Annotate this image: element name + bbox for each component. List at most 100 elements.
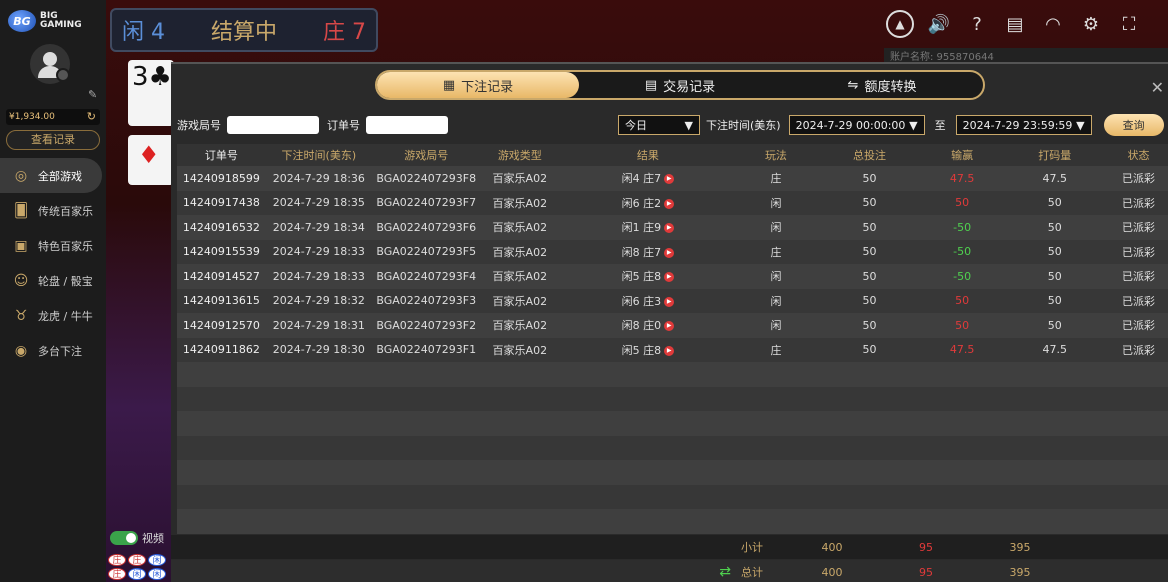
subtotal-bet: 400 <box>821 540 843 554</box>
tab-label: 额度转换 <box>864 79 917 95</box>
chevron-up-icon[interactable]: ▲ <box>886 10 914 38</box>
play-icon[interactable]: ▶ <box>664 272 675 283</box>
chevron-down-icon: ▼ <box>684 118 693 132</box>
cell-time-text: 2024-7-29 18:35 <box>272 196 365 210</box>
banker-score: 庄 7 <box>322 20 366 45</box>
cell-round-text: BGA022407293F7 <box>376 196 477 210</box>
play-icon[interactable]: ▶ <box>664 247 675 258</box>
tab-1[interactable]: ▤ 交易记录 <box>579 72 781 98</box>
road-bead: 庄 <box>128 554 146 566</box>
table-row[interactable]: 14240916532 2024-7-29 18:34 BGA022407293F6… <box>177 215 1168 240</box>
table-row[interactable]: 14240914527 2024-7-29 18:33 BGA022407293F4… <box>177 264 1168 289</box>
cell-type: 百家乐A02 <box>480 244 559 260</box>
play-icon[interactable]: ▶ <box>664 174 675 185</box>
card-icon: ▣ <box>14 237 28 254</box>
play-icon[interactable]: ▶ <box>664 198 675 209</box>
cell-order-text: 14240915539 <box>182 245 260 259</box>
video-toggle[interactable] <box>110 531 138 545</box>
cell-win-text: 47.5 <box>949 343 975 357</box>
cell-status: 已派彩 <box>1109 244 1168 260</box>
sidebar-item-3[interactable]: ☺ 轮盘 / 骰宝 <box>0 263 106 298</box>
tab-2[interactable]: ⇋ 额度转换 <box>781 72 983 98</box>
sidebar-item-0[interactable]: ◎ 全部游戏 <box>0 158 102 193</box>
sidebar-item-2[interactable]: ▣ 特色百家乐 <box>0 228 106 263</box>
table-row[interactable]: 14240918599 2024-7-29 18:36 BGA022407293F8… <box>177 166 1168 191</box>
table-row[interactable]: 14240913615 2024-7-29 18:32 BGA022407293F3… <box>177 288 1168 313</box>
wifi-icon[interactable]: ◠ <box>1040 11 1066 37</box>
table-header: 订单号 下注时间(美东) 游戏局号 游戏类型 结果 玩法 总投注 输赢 打码量 状态 <box>177 144 1168 166</box>
table-row[interactable]: 14240911862 2024-7-29 18:30 BGA022407293F1… <box>177 337 1168 362</box>
column-header[interactable]: 游戏类型 <box>480 147 559 163</box>
cell-result-text: 闲6 庄2 <box>621 196 662 210</box>
cell-type-text: 百家乐A02 <box>492 343 548 357</box>
column-header[interactable]: 总投注 <box>815 147 923 163</box>
cell-status: 已派彩 <box>1109 170 1168 186</box>
cell-type: 百家乐A02 <box>480 293 559 309</box>
start-time-select[interactable]: 2024-7-29 00:00:00 ▼ <box>788 115 925 135</box>
history-icon[interactable]: ▤ <box>1002 11 1028 37</box>
play-icon[interactable]: ▶ <box>664 296 675 307</box>
bead-road: 庄庄闲庄闲闲 <box>108 554 170 580</box>
round-number-label: 游戏局号 <box>177 119 221 132</box>
cell-round-text: BGA022407293F1 <box>376 343 477 357</box>
end-time-select[interactable]: 2024-7-29 23:59:59 ▼ <box>955 115 1092 135</box>
period-select[interactable]: 今日 ▼ <box>618 115 700 135</box>
cell-bet-text: 50 <box>862 269 877 283</box>
cell-order-text: 14240912570 <box>182 318 260 332</box>
end-time-value: 2024-7-29 23:59:59 <box>962 118 1073 132</box>
transfer-icon: ⇋ <box>847 77 859 93</box>
cell-order: 14240912570 <box>177 319 266 332</box>
query-button[interactable]: 查询 <box>1103 114 1164 136</box>
road-bead: 闲 <box>128 568 146 580</box>
cell-result-text: 闲8 庄0 <box>621 319 662 333</box>
cell-result: 闲8 庄0 ▶ <box>559 317 736 333</box>
column-header[interactable]: 玩法 <box>737 147 816 163</box>
play-icon[interactable]: ▶ <box>664 321 675 332</box>
sidebar-item-5[interactable]: ◉ 多台下注 <box>0 333 106 368</box>
play-icon[interactable]: ▶ <box>664 345 675 356</box>
cell-turnover: 50 <box>1001 319 1109 332</box>
column-header[interactable]: 下注时间(美东) <box>266 147 372 163</box>
close-icon[interactable]: ✕ <box>1151 78 1164 97</box>
sidebar-item-label: 多台下注 <box>38 344 82 358</box>
cell-bet: 50 <box>815 319 923 332</box>
column-header[interactable]: 游戏局号 <box>372 147 480 163</box>
cell-order-text: 14240913615 <box>182 294 260 308</box>
cell-result-text: 闲5 庄8 <box>621 343 662 357</box>
cell-order-text: 14240914527 <box>182 269 260 283</box>
edit-icon[interactable]: ✎ <box>88 88 97 101</box>
sidebar-item-4[interactable]: ♉ 龙虎 / 牛牛 <box>0 298 106 333</box>
subtotal-win: 95 <box>919 540 933 554</box>
column-header[interactable]: 状态 <box>1109 147 1168 163</box>
table-row[interactable]: 14240915539 2024-7-29 18:33 BGA022407293F5… <box>177 239 1168 264</box>
volume-icon[interactable]: 🔊 <box>926 11 952 37</box>
sidebar-item-1[interactable]: 🂠 传统百家乐 <box>0 193 106 228</box>
fullscreen-icon[interactable]: ⛶ <box>1116 11 1142 37</box>
cell-time: 2024-7-29 18:32 <box>266 294 372 307</box>
play-icon[interactable]: ▶ <box>664 223 675 234</box>
tab-0[interactable]: ▦ 下注记录 <box>377 72 579 98</box>
refresh-icon[interactable]: ↻ <box>87 109 96 125</box>
roulette-icon: ◎ <box>14 167 28 184</box>
avatar[interactable] <box>30 44 70 84</box>
time-label: 下注时间(美东) <box>706 119 781 132</box>
column-header[interactable]: 订单号 <box>177 147 266 163</box>
gear-icon[interactable]: ⚙ <box>1078 11 1104 37</box>
logo: BG BIG GAMING <box>8 8 98 34</box>
cell-turnover-text: 50 <box>1047 318 1062 332</box>
view-records-button[interactable]: 查看记录 <box>6 130 100 150</box>
cell-play: 闲 <box>737 293 816 309</box>
cell-order-text: 14240918599 <box>182 171 260 185</box>
order-number-input[interactable] <box>366 116 448 134</box>
exchange-icon[interactable]: ⇄ <box>171 564 731 580</box>
cell-type-text: 百家乐A02 <box>492 245 548 259</box>
cell-order: 14240916532 <box>177 221 266 234</box>
column-header[interactable]: 打码量 <box>1001 147 1109 163</box>
chips-icon: ◉ <box>14 342 28 359</box>
round-number-input[interactable] <box>227 116 319 134</box>
help-icon[interactable]: ? <box>964 11 990 37</box>
table-row[interactable]: 14240917438 2024-7-29 18:35 BGA022407293F7… <box>177 190 1168 215</box>
column-header[interactable]: 输赢 <box>924 147 1001 163</box>
table-row[interactable]: 14240912570 2024-7-29 18:31 BGA022407293F2… <box>177 313 1168 338</box>
column-header[interactable]: 结果 <box>559 147 736 163</box>
